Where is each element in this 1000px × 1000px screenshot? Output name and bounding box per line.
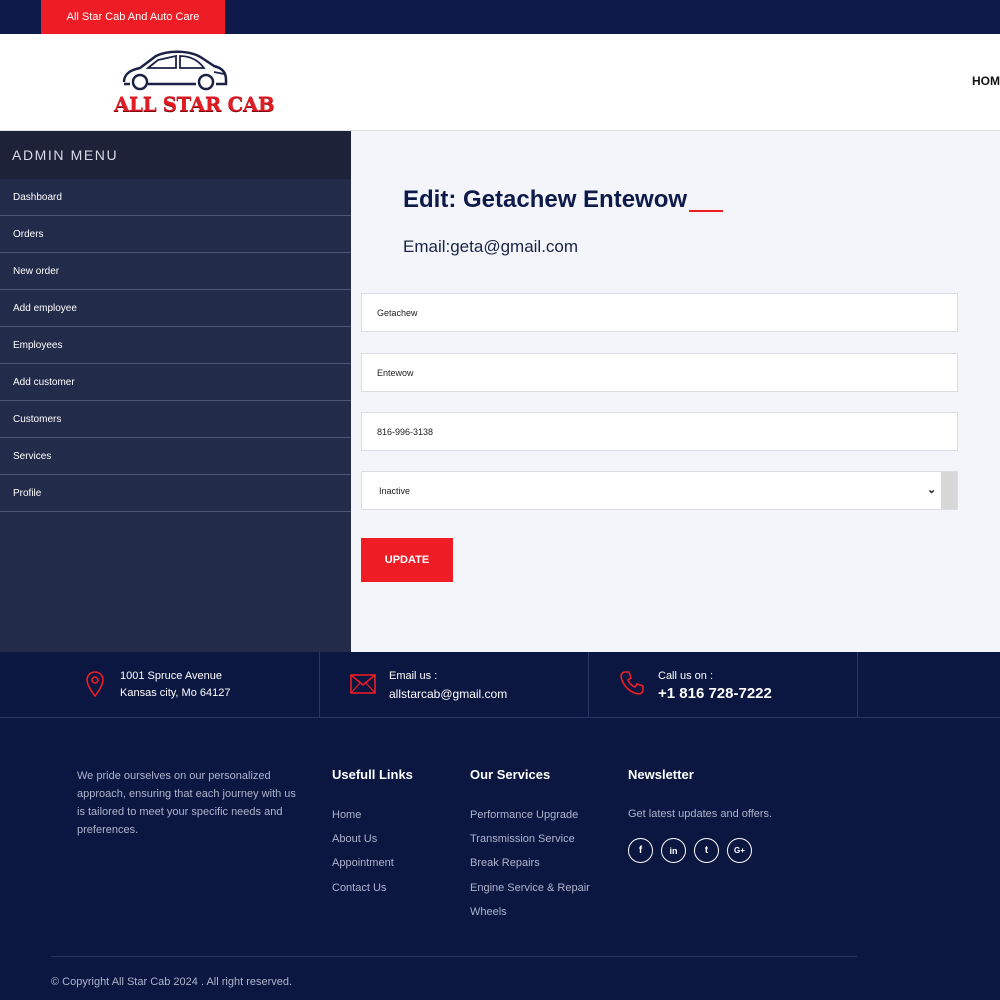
footer-service-engine[interactable]: Engine Service & Repair xyxy=(470,882,590,894)
footer-service-wheels[interactable]: Wheels xyxy=(470,906,507,918)
sidebar-item-customers[interactable]: Customers xyxy=(0,401,351,438)
first-name-field[interactable]: Getachew xyxy=(361,293,958,332)
status-select-value: Inactive xyxy=(379,486,411,496)
site-header: ALL STAR CAB HOME xyxy=(0,34,1000,131)
email-value[interactable]: allstarcab@gmail.com xyxy=(389,687,507,701)
select-scrollbar[interactable] xyxy=(941,472,957,509)
email-label: Email us : xyxy=(389,670,438,682)
phone-cell: Call us on : +1 816 728-7222 xyxy=(589,652,858,718)
sidebar-item-employees[interactable]: Employees xyxy=(0,327,351,364)
page-title: Edit: Getachew Entewow xyxy=(403,186,688,213)
call-label: Call us on : xyxy=(658,670,714,682)
envelope-icon xyxy=(350,674,376,694)
phone-icon xyxy=(620,671,644,695)
last-name-field[interactable]: Entewow xyxy=(361,353,958,392)
top-bar-tag: All Star Cab And Auto Care xyxy=(41,0,225,34)
address-line2: Kansas city, Mo 64127 xyxy=(120,687,231,699)
nav-home-link[interactable]: HOME xyxy=(972,74,1000,88)
logo-text: ALL STAR CAB xyxy=(114,92,275,116)
facebook-icon[interactable]: f xyxy=(628,838,653,863)
sidebar-item-profile[interactable]: Profile xyxy=(0,475,351,512)
twitter-icon[interactable]: t xyxy=(694,838,719,863)
footer-divider xyxy=(51,956,857,957)
sidebar-item-add-customer[interactable]: Add customer xyxy=(0,364,351,401)
admin-menu-list: Dashboard Orders New order Add employee … xyxy=(0,179,351,512)
car-logo-icon xyxy=(122,50,228,91)
email-cell: Email us : allstarcab@gmail.com xyxy=(320,652,589,718)
sidebar-item-add-employee[interactable]: Add employee xyxy=(0,290,351,327)
phone-field[interactable]: 816-996-3138 xyxy=(361,412,958,451)
footer-service-transmission[interactable]: Transmission Service xyxy=(470,833,575,845)
admin-sidebar: ADMIN MENU Dashboard Orders New order Ad… xyxy=(0,131,351,652)
top-bar: All Star Cab And Auto Care xyxy=(0,0,1000,34)
logo[interactable]: ALL STAR CAB xyxy=(114,48,275,118)
sidebar-item-dashboard[interactable]: Dashboard xyxy=(0,179,351,216)
title-underline xyxy=(689,210,723,212)
google-plus-icon[interactable]: G+ xyxy=(727,838,752,863)
footer-service-break[interactable]: Break Repairs xyxy=(470,857,540,869)
contact-strip: 1001 Spruce Avenue Kansas city, Mo 64127… xyxy=(0,652,1000,718)
newsletter-text: Get latest updates and offers. xyxy=(628,808,773,820)
footer-about-text: We pride ourselves on our personalized a… xyxy=(77,770,296,836)
address-line1: 1001 Spruce Avenue xyxy=(120,670,222,682)
admin-menu-title: ADMIN MENU xyxy=(0,131,351,179)
our-services-title: Our Services xyxy=(470,767,551,782)
sidebar-item-new-order[interactable]: New order xyxy=(0,253,351,290)
copyright-text: © Copyright All Star Cab 2024 . All righ… xyxy=(51,976,293,988)
sidebar-item-services[interactable]: Services xyxy=(0,438,351,475)
footer-link-about[interactable]: About Us xyxy=(332,833,377,845)
address-cell: 1001 Spruce Avenue Kansas city, Mo 64127 xyxy=(0,652,320,718)
update-button[interactable]: UPDATE xyxy=(361,538,453,582)
useful-links-title: Usefull Links xyxy=(332,767,413,782)
location-pin-icon xyxy=(86,671,104,698)
footer-service-performance[interactable]: Performance Upgrade xyxy=(470,809,578,821)
status-select[interactable]: Inactive ⌄ xyxy=(361,471,958,510)
footer-link-appointment[interactable]: Appointment xyxy=(332,857,394,869)
footer-link-contact[interactable]: Contact Us xyxy=(332,882,386,894)
footer-link-home[interactable]: Home xyxy=(332,809,361,821)
edit-employee-panel: Edit: Getachew Entewow Email:geta@gmail.… xyxy=(351,131,1000,652)
linkedin-icon[interactable]: in xyxy=(661,838,686,863)
sidebar-item-orders[interactable]: Orders xyxy=(0,216,351,253)
call-value[interactable]: +1 816 728-7222 xyxy=(658,685,772,702)
employee-email: Email:geta@gmail.com xyxy=(403,237,579,256)
newsletter-title: Newsletter xyxy=(628,767,694,782)
chevron-down-icon: ⌄ xyxy=(927,484,937,496)
